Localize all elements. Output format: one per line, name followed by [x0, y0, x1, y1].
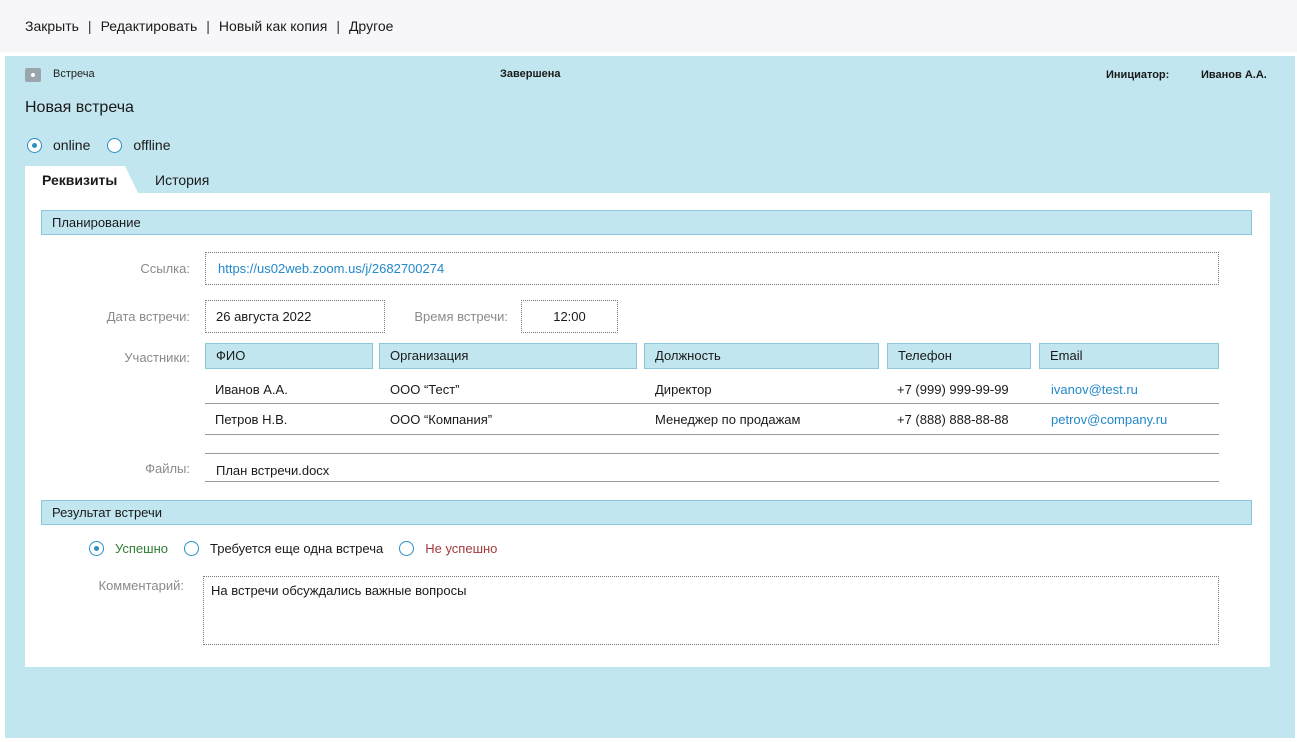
cell-position: Менеджер по продажам: [655, 412, 801, 427]
date-field[interactable]: 26 августа 2022: [205, 300, 385, 333]
tab-history[interactable]: История: [155, 166, 209, 194]
column-header-phone: Телефон: [887, 343, 1031, 369]
cell-org: ООО “Компания”: [390, 412, 493, 427]
files-bottom-line: [205, 481, 1219, 482]
doc-header: Встреча Завершена Инициатор: Иванов А.А.: [5, 68, 1295, 84]
result-radio-group: Успешно Требуется еще одна встреча Не ус…: [89, 541, 513, 556]
files-top-line: [205, 453, 1219, 454]
comment-field[interactable]: На встречи обсуждались важные вопросы: [203, 576, 1219, 645]
meeting-icon: [25, 68, 41, 82]
cell-org: ООО “Тест”: [390, 382, 460, 397]
result-section-header: Результат встречи: [41, 500, 1252, 525]
column-header-position: Должность: [644, 343, 879, 369]
mode-radio-group: online offline: [27, 137, 187, 153]
time-label: Время встречи:: [414, 309, 508, 324]
row-divider: [205, 434, 1219, 435]
requisites-panel: Планирование Ссылка: https://us02web.zoo…: [25, 193, 1270, 667]
page-title: Новая встреча: [25, 99, 134, 116]
cell-email-link[interactable]: petrov@company.ru: [1051, 412, 1167, 427]
cell-phone: +7 (999) 999-99-99: [897, 382, 1009, 397]
participants-label: Участники:: [124, 350, 190, 365]
doc-type: Встреча: [53, 68, 95, 80]
other-button[interactable]: Другое: [349, 18, 393, 34]
new-copy-button[interactable]: Новый как копия: [219, 18, 327, 34]
planning-section-header: Планирование: [41, 210, 1252, 235]
cell-name: Петров Н.В.: [215, 412, 288, 427]
toolbar-separator: |: [336, 18, 340, 34]
online-label[interactable]: online: [53, 137, 90, 153]
offline-label[interactable]: offline: [133, 137, 170, 153]
success-label[interactable]: Успешно: [115, 541, 168, 556]
close-button[interactable]: Закрыть: [25, 18, 79, 34]
date-label: Дата встречи:: [106, 309, 190, 324]
file-link[interactable]: План встречи.docx: [216, 463, 329, 478]
initiator-name: Иванов А.А.: [1201, 69, 1267, 81]
another-meeting-label[interactable]: Требуется еще одна встреча: [210, 541, 383, 556]
cell-email-link[interactable]: ivanov@test.ru: [1051, 382, 1138, 397]
column-header-org: Организация: [379, 343, 637, 369]
fail-label[interactable]: Не успешно: [425, 541, 497, 556]
meeting-link[interactable]: https://us02web.zoom.us/j/2682700274: [218, 261, 444, 276]
edit-button[interactable]: Редактировать: [101, 18, 198, 34]
row-divider: [205, 403, 1219, 404]
another-meeting-radio[interactable]: [184, 541, 199, 556]
files-label: Файлы:: [145, 461, 190, 476]
fail-radio[interactable]: [399, 541, 415, 556]
column-header-name: ФИО: [205, 343, 373, 369]
column-header-email: Email: [1039, 343, 1219, 369]
link-label: Ссылка:: [140, 261, 190, 276]
online-radio[interactable]: [27, 137, 42, 153]
status-badge: Завершена: [500, 68, 561, 80]
toolbar-separator: |: [87, 18, 92, 34]
success-radio[interactable]: [89, 541, 104, 556]
toolbar-separator: |: [206, 18, 210, 34]
comment-label: Комментарий:: [98, 578, 185, 593]
cell-name: Иванов А.А.: [215, 382, 288, 397]
cell-position: Директор: [655, 382, 712, 397]
time-field[interactable]: 12:00: [521, 300, 618, 333]
tab-requisites[interactable]: Реквизиты: [25, 166, 139, 195]
cell-phone: +7 (888) 888-88-88: [897, 412, 1009, 427]
link-field[interactable]: https://us02web.zoom.us/j/2682700274: [205, 252, 1219, 285]
main-area: Встреча Завершена Инициатор: Иванов А.А.…: [5, 56, 1295, 738]
offline-radio[interactable]: [107, 137, 123, 153]
toolbar: Закрыть | Редактировать | Новый как копи…: [0, 0, 1297, 52]
initiator-label: Инициатор:: [1106, 69, 1170, 81]
